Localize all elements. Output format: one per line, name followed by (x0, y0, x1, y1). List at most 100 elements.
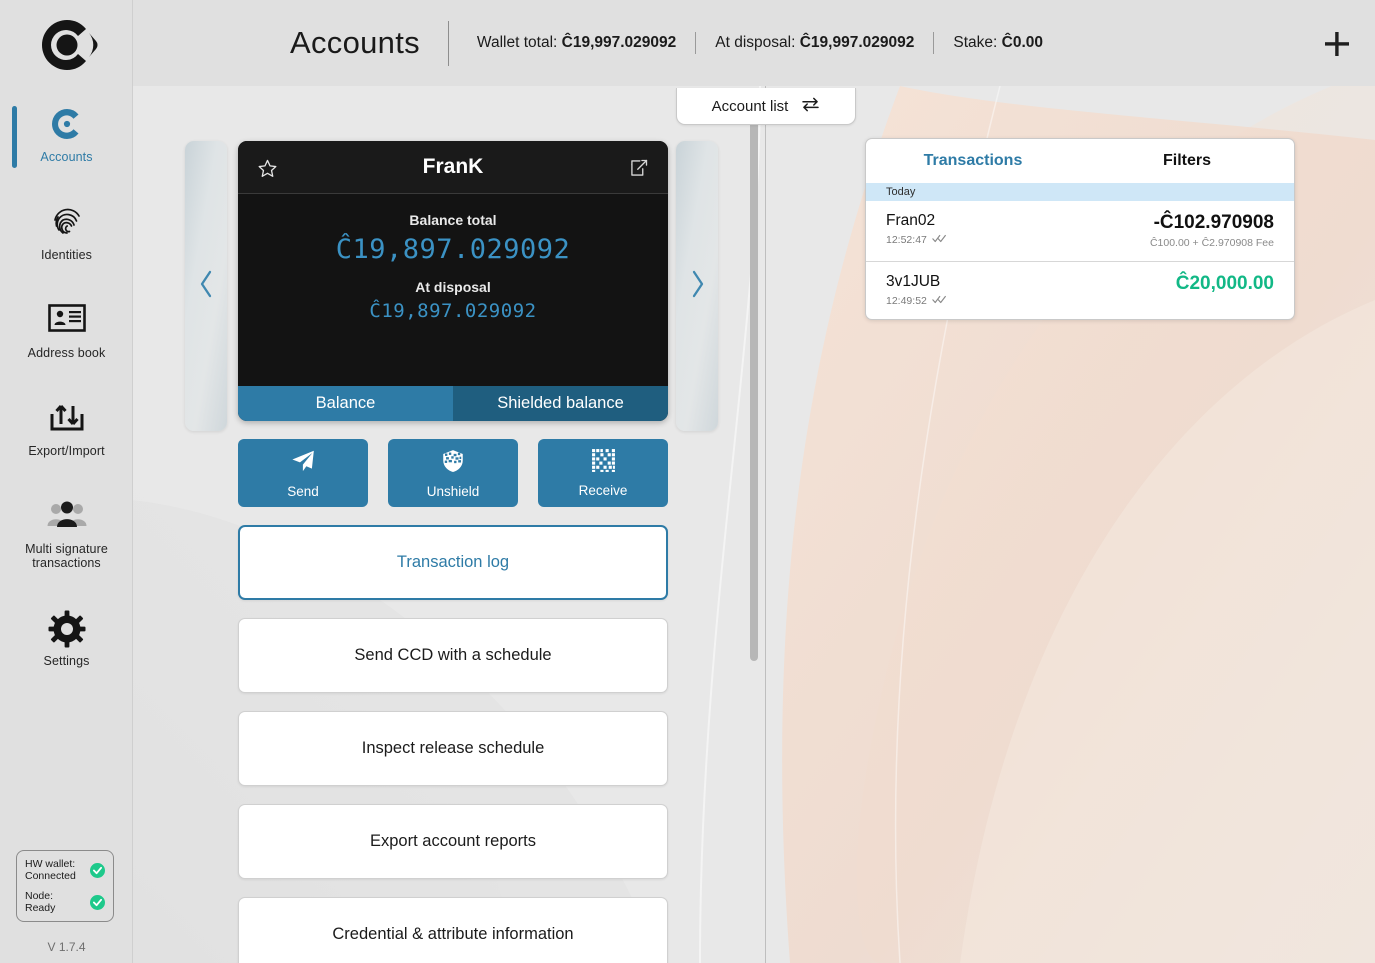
account-card: FranK Balance total Ĉ19,897.029092 At di… (238, 141, 668, 421)
status-row-hw-wallet: HW wallet: Connected (25, 858, 105, 882)
stake-label: Stake: (953, 34, 998, 51)
transaction-time-row: 12:49:52 (886, 295, 948, 307)
sidebar-nav: Accounts Identities Address book Export/… (0, 96, 133, 676)
sidebar-item-label: Multi signature transactions (25, 542, 108, 570)
double-check-icon (932, 295, 948, 307)
concordium-c-icon (0, 106, 133, 148)
hw-wallet-label: HW wallet: (25, 858, 76, 870)
at-disposal-value: Ĉ19,997.029092 (799, 34, 915, 51)
option-send-ccd-with-schedule[interactable]: Send CCD with a schedule (238, 618, 668, 693)
sidebar-item-label: Accounts (40, 150, 93, 164)
balance-total-label: Balance total (409, 212, 497, 228)
chevron-right-icon (689, 269, 706, 304)
header-divider (933, 32, 935, 54)
account-list-toggle-button[interactable]: Account list (676, 88, 856, 125)
unshield-button[interactable]: Unshield (388, 439, 518, 507)
transaction-time: 12:52:47 (886, 234, 927, 246)
status-box: HW wallet: Connected Node: Ready (16, 850, 114, 922)
table-row[interactable]: Fran02 12:52:47 -Ĉ102.970908 Ĉ100.00 + Ĉ… (866, 201, 1294, 261)
check-circle-icon (90, 894, 105, 910)
app-logo (0, 16, 133, 79)
gear-icon (0, 610, 133, 652)
tab-shielded-balance[interactable]: Shielded balance (453, 386, 668, 421)
transaction-amount: -Ĉ102.970908 (1153, 212, 1274, 233)
scrollbar-thumb[interactable] (750, 116, 758, 661)
column-divider (765, 86, 766, 963)
account-column: FranK Balance total Ĉ19,897.029092 At di… (238, 141, 668, 963)
scrollbar-track[interactable] (750, 86, 772, 963)
unshield-label: Unshield (426, 483, 480, 499)
sidebar-item-multi-signature-transactions[interactable]: Multi signature transactions (0, 488, 133, 578)
header-stat-wallet-total: Wallet total: Ĉ19,997.029092 (477, 34, 676, 52)
account-card-header: FranK (238, 141, 668, 194)
transactions-panel-tabs: Transactions Filters (866, 139, 1294, 183)
stake-value: Ĉ0.00 (1001, 34, 1044, 51)
at-disposal-value: Ĉ19,897.029092 (369, 300, 537, 322)
swap-arrows-icon (801, 97, 820, 116)
transaction-name: Fran02 (886, 212, 936, 229)
add-account-button[interactable] (1321, 28, 1353, 60)
sidebar-item-identities[interactable]: Identities (0, 194, 133, 270)
wallet-total-label: Wallet total: (476, 34, 558, 51)
option-inspect-release-schedule[interactable]: Inspect release schedule (238, 711, 668, 786)
account-list-label: Account list (711, 97, 789, 115)
sidebar-item-label: Settings (43, 654, 90, 668)
header-divider (695, 32, 697, 54)
tab-filters[interactable]: Filters (1080, 139, 1294, 183)
transaction-amount: Ĉ20,000.00 (1175, 273, 1274, 294)
table-row[interactable]: 3v1JUB 12:49:52 Ĉ20,000.00 (866, 261, 1294, 319)
sidebar-item-accounts[interactable]: Accounts (0, 96, 133, 172)
sidebar-item-address-book[interactable]: Address book (0, 292, 133, 368)
hw-wallet-value: Connected (25, 870, 76, 882)
tab-balance[interactable]: Balance (238, 386, 453, 421)
send-button[interactable]: Send (238, 439, 368, 507)
qr-code-icon (591, 448, 616, 478)
edit-pencil-icon[interactable] (629, 158, 649, 183)
tab-transactions[interactable]: Transactions (866, 139, 1080, 183)
send-label: Send (287, 483, 319, 499)
header-divider (447, 20, 449, 66)
at-disposal-label: At disposal: (715, 34, 796, 51)
balance-tabs: Balance Shielded balance (238, 386, 668, 421)
status-row-node: Node: Ready (25, 890, 105, 914)
sidebar-item-settings[interactable]: Settings (0, 600, 133, 676)
receive-button[interactable]: Receive (538, 439, 668, 507)
export-import-icon (0, 400, 133, 442)
address-book-icon (0, 302, 133, 344)
account-name: FranK (422, 155, 484, 178)
paper-plane-icon (290, 448, 316, 479)
transaction-time: 12:49:52 (886, 295, 927, 307)
people-group-icon (0, 498, 133, 540)
sidebar-item-label: Identities (40, 248, 93, 262)
double-check-icon (932, 234, 948, 246)
star-outline-icon[interactable] (257, 158, 278, 184)
sidebar: Accounts Identities Address book Export/… (0, 0, 133, 963)
sidebar-item-label: Export/Import (28, 444, 105, 458)
option-transaction-log[interactable]: Transaction log (238, 525, 668, 600)
node-label: Node: (25, 890, 54, 902)
sidebar-item-export-import[interactable]: Export/Import (0, 390, 133, 466)
next-account-button[interactable] (676, 141, 718, 431)
option-credential-attribute-information[interactable]: Credential & attribute information (238, 897, 668, 963)
app-window: Accounts Identities Address book Export/… (0, 0, 1375, 963)
main-content: Account list FranK Balance total Ĉ19,897… (133, 86, 1375, 963)
page-title: Accounts (290, 25, 420, 60)
account-actions: Send Unshield Receive (238, 439, 668, 507)
fingerprint-icon (0, 204, 133, 246)
receive-label: Receive (578, 483, 628, 498)
option-export-account-reports[interactable]: Export account reports (238, 804, 668, 879)
header-stats: Wallet total: Ĉ19,997.029092 At disposal… (477, 32, 1043, 54)
transaction-date-group: Today (866, 183, 1294, 201)
chevron-left-icon (198, 269, 215, 304)
header-stat-stake: Stake: Ĉ0.00 (953, 34, 1043, 52)
wallet-total-value: Ĉ19,997.029092 (561, 34, 677, 51)
transaction-fee: Ĉ100.00 + Ĉ2.970908 Fee (1149, 237, 1274, 249)
balance-total-value: Ĉ19,897.029092 (335, 234, 571, 265)
header-stat-at-disposal: At disposal: Ĉ19,997.029092 (715, 34, 914, 52)
transaction-name: 3v1JUB (886, 273, 941, 290)
previous-account-button[interactable] (185, 141, 227, 431)
check-circle-icon (90, 862, 105, 878)
transactions-panel: Transactions Filters Today Fran02 12:52:… (865, 138, 1295, 320)
sidebar-item-label: Address book (27, 346, 106, 360)
node-value: Ready (25, 902, 56, 914)
